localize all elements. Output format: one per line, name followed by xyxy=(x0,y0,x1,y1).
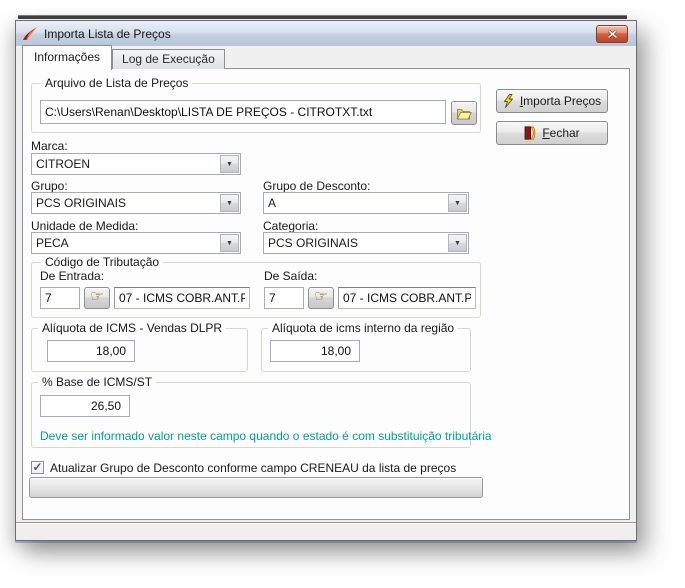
importa-precos-label: Importa Preços xyxy=(519,94,602,108)
arquivo-path-input[interactable] xyxy=(40,100,446,124)
de-entrada-lookup-button[interactable]: ☞ xyxy=(84,287,110,309)
background-window-edge xyxy=(18,13,627,19)
categoria-label: Categoria: xyxy=(263,219,319,233)
tab-strip: Informações Log de Execução xyxy=(22,45,225,70)
grupo-select[interactable]: PCS ORIGINAIS ▼ xyxy=(31,192,241,214)
de-saida-descricao-field xyxy=(338,287,476,309)
close-button[interactable] xyxy=(596,25,628,43)
importa-lista-de-precos-dialog: Importa Lista de Preços Informações Log … xyxy=(15,20,637,541)
close-icon xyxy=(607,30,617,38)
chevron-down-icon: ▼ xyxy=(226,199,233,207)
categoria-dropdown-button[interactable]: ▼ xyxy=(448,234,467,252)
group-base-icms-st-label: % Base de ICMS/ST xyxy=(38,375,157,389)
de-entrada-label: De Entrada: xyxy=(40,269,105,283)
chevron-down-icon: ▼ xyxy=(226,239,233,247)
substituicao-tributaria-note: Deve ser informado valor neste campo qua… xyxy=(40,429,492,443)
tabpage-informacoes: Arquivo de Lista de Preços Importa Preço… xyxy=(22,68,630,520)
titlebar[interactable]: Importa Lista de Preços xyxy=(16,21,636,46)
categoria-value: PCS ORIGINAIS xyxy=(268,236,359,250)
grupo-dropdown-button[interactable]: ▼ xyxy=(220,194,239,212)
pointing-hand-icon: ☞ xyxy=(314,288,328,305)
chevron-down-icon: ▼ xyxy=(454,199,461,207)
pointing-hand-icon: ☞ xyxy=(90,288,104,305)
group-arquivo: Arquivo de Lista de Preços xyxy=(31,76,481,133)
fechar-button[interactable]: Fechar xyxy=(496,121,608,145)
tab-log-de-execucao[interactable]: Log de Execução xyxy=(112,49,225,69)
group-arquivo-label: Arquivo de Lista de Preços xyxy=(41,76,193,90)
group-aliquota-dlpr: Alíquota de ICMS - Vendas DLPR xyxy=(31,321,248,372)
marca-dropdown-button[interactable]: ▼ xyxy=(220,155,239,173)
marca-label: Marca: xyxy=(31,139,68,153)
grupo-desconto-select[interactable]: A ▼ xyxy=(263,192,469,214)
de-entrada-descricao-field xyxy=(114,287,250,309)
categoria-select[interactable]: PCS ORIGINAIS ▼ xyxy=(263,232,469,254)
base-icms-st-input[interactable] xyxy=(40,395,130,417)
lightning-icon xyxy=(503,94,514,108)
grupo-label: Grupo: xyxy=(31,179,68,193)
unidade-value: PECA xyxy=(36,236,69,250)
group-base-icms-st: % Base de ICMS/ST Deve ser informado val… xyxy=(31,375,492,448)
chevron-down-icon: ▼ xyxy=(226,160,233,168)
de-saida-lookup-button[interactable]: ☞ xyxy=(308,287,334,309)
unidade-label: Unidade de Medida: xyxy=(31,219,139,233)
group-aliquota-interno: Alíquota de icms interno da região xyxy=(261,321,471,372)
grupo-value: PCS ORIGINAIS xyxy=(36,196,127,210)
window-title: Importa Lista de Preços xyxy=(44,26,171,41)
de-saida-codigo-input[interactable] xyxy=(264,287,304,309)
de-entrada-codigo-input[interactable] xyxy=(40,287,80,309)
import-progress-bar xyxy=(29,477,483,498)
group-codigo-tributacao: Código de Tributação De Entrada: ☞ De Sa… xyxy=(31,255,481,318)
open-folder-icon xyxy=(456,107,472,120)
chevron-down-icon: ▼ xyxy=(454,239,461,247)
fechar-label: Fechar xyxy=(542,126,580,140)
browse-file-button[interactable] xyxy=(451,101,477,125)
tab-informacoes[interactable]: Informações xyxy=(22,45,113,70)
app-icon xyxy=(22,26,38,42)
aliquota-dlpr-input[interactable] xyxy=(47,340,135,362)
marca-value: CITROEN xyxy=(36,157,90,171)
unidade-select[interactable]: PECA ▼ xyxy=(31,232,241,254)
grupo-desconto-dropdown-button[interactable]: ▼ xyxy=(448,194,467,212)
atualizar-grupo-checkbox-label: Atualizar Grupo de Desconto conforme cam… xyxy=(50,461,457,475)
group-aliquota-interno-label: Alíquota de icms interno da região xyxy=(268,321,459,335)
importa-precos-button[interactable]: Importa Preços xyxy=(496,89,608,113)
marca-select[interactable]: CITROEN ▼ xyxy=(31,153,241,175)
statusbar xyxy=(16,522,636,540)
checkmark-icon: ✓ xyxy=(32,460,43,474)
grupo-desconto-label: Grupo de Desconto: xyxy=(263,179,371,193)
group-codigo-tributacao-label: Código de Tributação xyxy=(41,255,164,269)
grupo-desconto-value: A xyxy=(268,196,277,210)
aliquota-interno-input[interactable] xyxy=(270,340,360,362)
de-saida-label: De Saída: xyxy=(264,269,318,283)
group-aliquota-dlpr-label: Alíquota de ICMS - Vendas DLPR xyxy=(38,321,227,335)
exit-door-icon xyxy=(524,126,536,140)
unidade-dropdown-button[interactable]: ▼ xyxy=(220,234,239,252)
atualizar-grupo-checkbox[interactable]: ✓ xyxy=(31,461,44,474)
